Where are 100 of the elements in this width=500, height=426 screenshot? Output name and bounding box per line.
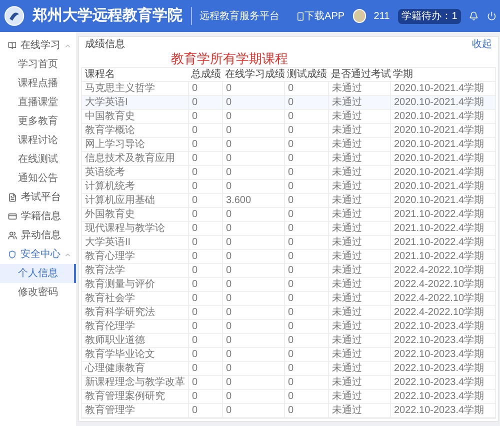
table-cell: 未通过 [328,152,390,166]
column-header: 总成绩 [190,68,222,82]
column-header: 课程名 [84,68,116,82]
table-cell: 0 [222,348,284,362]
table-cell-text: 教育管理学 [84,404,136,418]
power-icon[interactable] [486,11,496,21]
table-cell-text: 大学英语II [84,236,132,250]
phone-icon [296,12,305,20]
card-title: 成绩信息 [85,38,125,52]
table-cell: 0 [284,194,328,208]
table-cell: 0 [222,292,284,306]
table-cell: 0 [284,264,328,278]
sidebar-item[interactable]: 更多教育 [0,112,76,131]
table-cell-text: 心理健康教育 [84,362,146,376]
table-cell: 未通过 [328,96,390,110]
table-cell-text: 大学英语I [84,96,129,110]
sidebar-item[interactable]: 个人信息 [0,264,76,283]
table-cell: 0 [222,320,284,334]
school-name: 郑州大学远程教育学院 [32,6,183,26]
table-cell: 0 [188,124,222,138]
user-id: 211 [374,10,390,24]
shield-icon [8,250,16,259]
table-cell-text: 新课程理念与教学改革 [84,376,186,390]
table-cell: 2020.10-2021.4学期 [390,194,495,208]
overlay-title: 教育学所有学期课程 [171,51,288,66]
sidebar-item[interactable]: 修改密码 [0,283,76,302]
table-cell: 2022.10-2023.4学期 [390,376,495,390]
table-cell: 2020.10-2021.4学期 [390,152,495,166]
table-cell: 2020.10-2021.4学期 [390,138,495,152]
table-cell: 未通过 [328,236,390,250]
table-cell-text: 外国教育史 [84,208,136,222]
table-cell: 2022.10-2023.4学期 [390,320,495,334]
sidebar-group[interactable]: 在线学习 [0,36,76,55]
sidebar-item[interactable]: 课程点播 [0,74,76,93]
sidebar-item[interactable]: 学习首页 [0,55,76,74]
table-cell: 0 [284,208,328,222]
column-header: 学期 [392,68,414,82]
table-cell: 0 [188,222,222,236]
table-cell: 0 [284,96,328,110]
table-cell: 0 [284,362,328,376]
table-cell: 未通过 [328,348,390,362]
table-cell: 未通过 [328,292,390,306]
table-cell: 0 [284,334,328,348]
table-cell: 2021.10-2022.4学期 [390,222,495,236]
notice-badge[interactable]: 学籍待办：1 [398,8,462,24]
sidebar-group[interactable]: 考试平台 [0,188,76,207]
table-cell: 2020.10-2021.4学期 [390,124,495,138]
table-cell: 0 [222,250,284,264]
table-cell: 0 [222,236,284,250]
bell-icon[interactable] [469,11,479,21]
table-cell: 0 [284,292,328,306]
table-cell: 0 [284,138,328,152]
table-cell: 0 [284,320,328,334]
collapse-link[interactable]: 收起 [472,36,492,52]
table-cell-text: 中国教育史 [84,110,136,124]
sidebar-group[interactable]: 学籍信息 [0,207,76,226]
avatar[interactable] [352,9,366,23]
download-app-link[interactable]: 下载APP [296,8,345,24]
table-cell: 0 [222,110,284,124]
table-cell: 0 [222,404,284,418]
table-cell: 未通过 [328,222,390,236]
table-cell: 未通过 [328,138,390,152]
table-cell-text: 教育法学 [84,264,126,278]
table-cell-text: 教育测量与评价 [84,278,156,292]
table-cell: 0 [284,404,328,418]
table-cell-text: 教育心理学 [84,250,136,264]
sidebar-group[interactable]: 异动信息 [0,226,76,245]
table-cell: 未通过 [328,320,390,334]
table-cell-text: 教育伦理学 [84,320,136,334]
table-cell-text: 计算机统考 [84,180,136,194]
table-cell: 0 [284,306,328,320]
table-cell: 未通过 [328,250,390,264]
table-cell: 未通过 [328,390,390,404]
table-cell: 未通过 [328,376,390,390]
table-cell: 0 [188,404,222,418]
table-cell: 2022.4-2022.10学期 [390,292,495,306]
table-cell: 0 [222,278,284,292]
people-icon [8,231,17,240]
chevron-up-icon [64,42,72,50]
table-cell: 0 [188,110,222,124]
sidebar-item[interactable]: 课程讨论 [0,131,76,150]
sidebar-item[interactable]: 直播课堂 [0,93,76,112]
table-cell: 2022.4-2022.10学期 [390,278,495,292]
sidebar-group[interactable]: 安全中心 [0,245,76,264]
table-cell: 0 [222,208,284,222]
table-cell: 2021.10-2022.4学期 [390,236,495,250]
table-cell: 2021.10-2022.4学期 [390,208,495,222]
table-cell: 0 [284,250,328,264]
table-cell: 0 [188,138,222,152]
document-icon [8,193,17,202]
table-cell: 0 [222,334,284,348]
sidebar-item[interactable]: 在线测试 [0,150,76,169]
table-cell: 0 [222,96,284,110]
table-cell: 未通过 [328,264,390,278]
sidebar-item[interactable]: 通知公告 [0,169,76,188]
table-cell: 0 [222,264,284,278]
table-cell: 0 [188,362,222,376]
table-cell: 0 [188,250,222,264]
card-icon [8,212,17,221]
table-cell: 2022.10-2023.4学期 [390,348,495,362]
